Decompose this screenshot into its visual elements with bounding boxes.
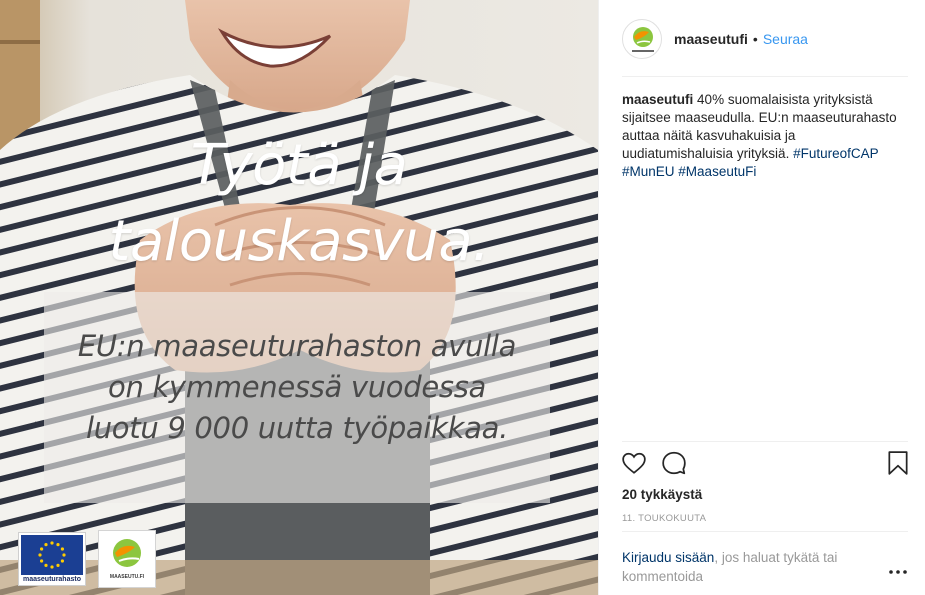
comment-icon: [662, 451, 686, 475]
post-side-panel: maaseutufi • Seuraa maaseutufi 40% suoma…: [598, 0, 925, 595]
bookmark-icon: [888, 451, 908, 475]
like-button[interactable]: [621, 450, 649, 478]
image-subline-line2: on kymmenessä vuodessa: [108, 370, 486, 404]
more-options-icon: [889, 570, 907, 574]
header-username[interactable]: maaseutufi: [674, 31, 748, 47]
image-headline-line1: Työtä ja: [190, 133, 408, 198]
heart-icon: [622, 452, 646, 474]
login-prompt: Kirjaudu sisään, jos haluat tykätä tai k…: [622, 548, 872, 586]
more-options-button[interactable]: [888, 564, 908, 580]
image-subline-line1: EU:n maaseuturahaston avulla: [77, 329, 517, 363]
comment-button[interactable]: [661, 450, 689, 478]
header-separator: •: [752, 30, 758, 47]
post-date[interactable]: 11. TOUKOKUUTA: [622, 513, 706, 524]
post-actions: [621, 450, 911, 478]
eu-flag-icon: [21, 535, 83, 575]
save-button[interactable]: [885, 450, 913, 478]
login-divider: [622, 531, 908, 532]
maaseutu-logo-text: MAASEUTU.FI: [109, 574, 145, 580]
maaseutu-emblem-icon: [113, 539, 141, 567]
avatar[interactable]: [622, 18, 662, 59]
post-caption: maaseutufi 40% suomalaisista yrityksistä…: [622, 91, 908, 181]
hashtag-futureofcap[interactable]: #FutureofCAP: [793, 146, 878, 161]
actions-divider: [622, 441, 908, 442]
maaseutu-avatar-icon: [632, 26, 654, 52]
post-header: maaseutufi • Seuraa: [622, 16, 908, 61]
eu-maaseuturahasto-logo: maaseuturahasto: [18, 532, 86, 586]
hashtag-maaseutufi[interactable]: #MaaseutuFi: [678, 164, 756, 179]
post-image[interactable]: Työtä ja talouskasvua. EU:n maaseuturaha…: [0, 0, 598, 595]
header-divider: [622, 76, 908, 77]
image-subline-line3: luotu 9 000 uutta työpaikkaa.: [85, 411, 509, 445]
caption-username[interactable]: maaseutufi: [622, 92, 693, 107]
login-link[interactable]: Kirjaudu sisään: [622, 550, 714, 565]
eu-logo-text: maaseuturahasto: [23, 576, 81, 583]
follow-button[interactable]: Seuraa: [763, 31, 808, 47]
like-count[interactable]: 20 tykkäystä: [622, 487, 702, 502]
maaseutu-fi-logo: MAASEUTU.FI: [98, 530, 156, 588]
hashtag-muneu[interactable]: #MunEU: [622, 164, 675, 179]
instagram-post: Työtä ja talouskasvua. EU:n maaseuturaha…: [0, 0, 925, 595]
image-headline-line2: talouskasvua.: [108, 209, 490, 274]
